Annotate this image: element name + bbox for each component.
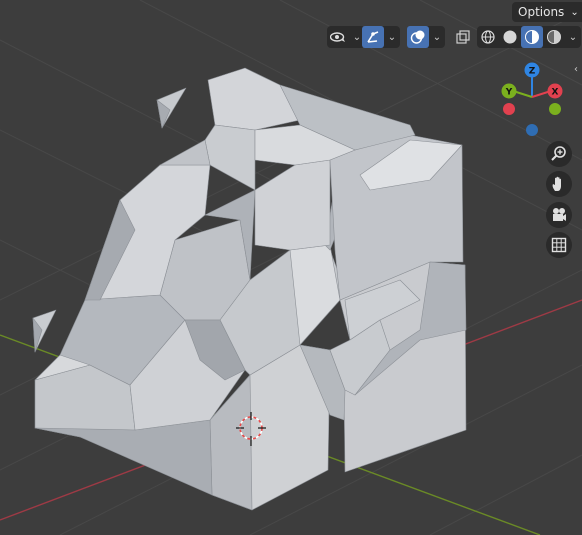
overlay-toggle-group[interactable]: ⌄ [407, 26, 445, 48]
overlay-icon[interactable] [407, 26, 429, 48]
eye-icon[interactable] [327, 26, 349, 48]
visibility-group[interactable]: ⌄ [327, 26, 365, 48]
navigation-gizmo[interactable]: Z X Y [501, 62, 563, 137]
gizmo-toggle-group[interactable]: ⌄ [362, 26, 400, 48]
rendered-shading-icon[interactable] [543, 26, 565, 48]
grid-icon[interactable] [546, 232, 572, 258]
solid-shading-icon[interactable] [499, 26, 521, 48]
wireframe-shading-icon[interactable] [477, 26, 499, 48]
options-button[interactable]: Options ⌄ [512, 2, 582, 22]
gizmo-neg-z[interactable] [526, 124, 538, 136]
gizmo-z-label: Z [529, 67, 536, 77]
options-label: Options [518, 5, 565, 19]
camera-icon[interactable] [546, 202, 572, 228]
material-shading-icon[interactable] [521, 26, 543, 48]
chevron-down-icon: ⌄ [570, 6, 579, 18]
viewport-scene[interactable]: Z X Y [0, 0, 582, 535]
zoom-icon[interactable] [546, 141, 572, 167]
chevron-down-icon[interactable]: ⌄ [429, 26, 445, 48]
gizmo-x-label: X [552, 88, 559, 98]
gizmo-neg-x[interactable] [503, 103, 515, 115]
xray-group[interactable] [452, 26, 474, 48]
gizmo-icon[interactable] [362, 26, 384, 48]
sidebar-toggle[interactable]: ‹ [574, 64, 582, 78]
chevron-down-icon[interactable]: ⌄ [565, 26, 581, 48]
3d-viewport[interactable]: Z X Y Options ⌄ ⌄ ⌄ ⌄ ⌄ ‹ [0, 0, 582, 535]
gizmo-y-label: Y [505, 88, 513, 98]
shading-group[interactable]: ⌄ [477, 26, 581, 48]
hand-icon[interactable] [546, 171, 572, 197]
xray-icon[interactable] [452, 26, 474, 48]
fractured-cube-mesh[interactable] [32, 67, 467, 511]
gizmo-neg-y[interactable] [549, 103, 561, 115]
chevron-down-icon[interactable]: ⌄ [384, 26, 400, 48]
